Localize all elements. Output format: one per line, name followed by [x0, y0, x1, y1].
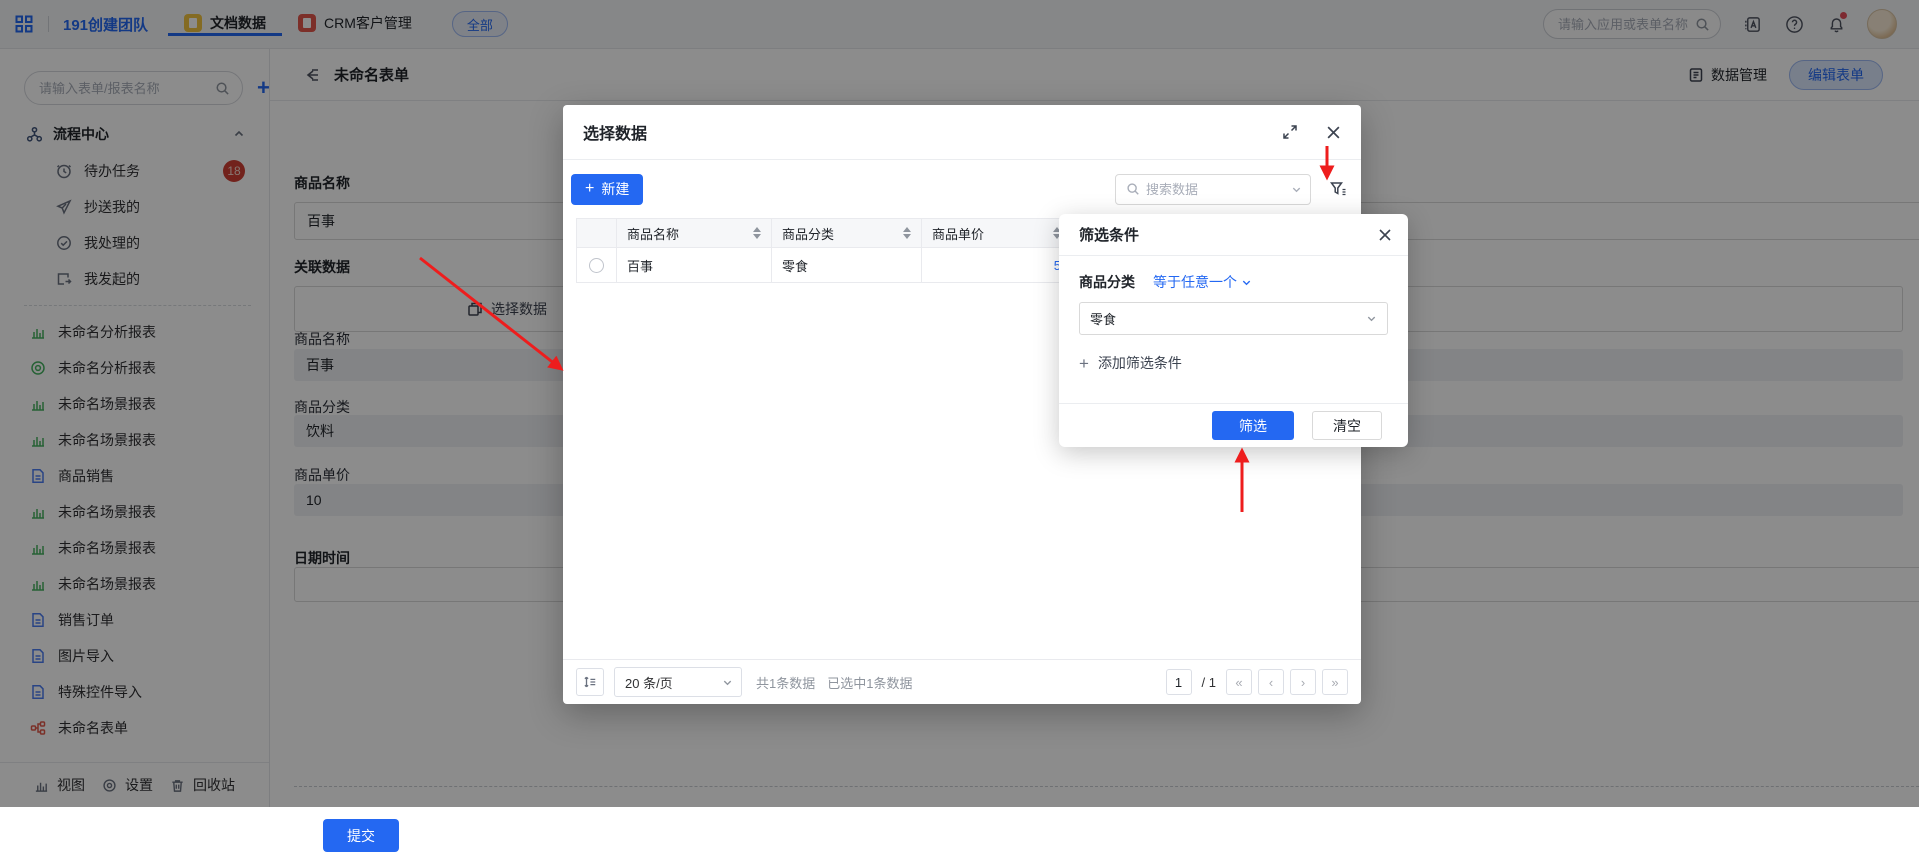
- popover-title: 筛选条件: [1079, 224, 1139, 245]
- new-record-button[interactable]: + 新建: [571, 174, 643, 205]
- filter-value-select[interactable]: 零食: [1079, 302, 1388, 335]
- modal-header: 选择数据: [563, 105, 1361, 160]
- submit-button[interactable]: 提交: [323, 819, 399, 852]
- filter-funnel-icon[interactable]: [1329, 180, 1347, 198]
- expand-fullscreen-icon[interactable]: [1282, 124, 1298, 140]
- add-filter-condition-label: 添加筛选条件: [1098, 353, 1182, 373]
- table-header-select: [577, 219, 617, 247]
- add-filter-condition-button[interactable]: + 添加筛选条件: [1079, 353, 1388, 373]
- page-size-value: 20 条/页: [625, 673, 673, 692]
- pagination: 1 / 1 « ‹ › »: [1166, 669, 1348, 695]
- close-icon[interactable]: [1326, 125, 1341, 140]
- search-icon: [1126, 182, 1140, 196]
- row-height-icon: [583, 675, 597, 689]
- page-size-select[interactable]: 20 条/页: [614, 667, 742, 697]
- modal-footer: 20 条/页 共1条数据 已选中1条数据 1 / 1 « ‹ › »: [563, 659, 1361, 704]
- filter-popover: 筛选条件 商品分类 等于任意一个 零食 + 添加筛选条件 筛选 清空: [1059, 214, 1408, 447]
- sort-icon[interactable]: [903, 227, 911, 239]
- last-page-button[interactable]: »: [1322, 669, 1348, 695]
- next-page-button[interactable]: ›: [1290, 669, 1316, 695]
- cell-product-price: 5: [922, 248, 1072, 282]
- page-total-text: / 1: [1202, 675, 1216, 690]
- plus-icon: +: [1079, 355, 1089, 372]
- modal-search-input[interactable]: [1146, 182, 1285, 197]
- row-radio[interactable]: [589, 258, 604, 273]
- clear-filter-button[interactable]: 清空: [1312, 411, 1382, 440]
- modal-search-combo[interactable]: [1115, 174, 1311, 205]
- new-record-label: 新建: [601, 179, 629, 199]
- first-page-button[interactable]: «: [1226, 669, 1252, 695]
- current-page-input[interactable]: 1: [1166, 669, 1192, 695]
- table-header-product-price[interactable]: 商品单价: [922, 219, 1072, 247]
- chevron-down-icon: [1366, 313, 1377, 324]
- popover-footer: 筛选 清空: [1059, 403, 1408, 447]
- modal-title: 选择数据: [583, 120, 647, 144]
- close-icon[interactable]: [1378, 228, 1392, 242]
- filter-operator-link[interactable]: 等于任意一个: [1153, 272, 1252, 292]
- row-height-settings-button[interactable]: [576, 668, 604, 696]
- prev-page-button[interactable]: ‹: [1258, 669, 1284, 695]
- table-header-product-category[interactable]: 商品分类: [772, 219, 922, 247]
- apply-filter-button[interactable]: 筛选: [1212, 411, 1294, 440]
- filter-field-name: 商品分类: [1079, 272, 1135, 292]
- chevron-down-icon: [1291, 184, 1302, 195]
- selected-count-text: 已选中1条数据: [827, 673, 912, 692]
- filter-operator-label: 等于任意一个: [1153, 272, 1237, 292]
- popover-header: 筛选条件: [1059, 214, 1408, 256]
- modal-toolbar: + 新建: [563, 160, 1361, 218]
- cell-product-name: 百事: [617, 248, 772, 282]
- cell-product-category: 零食: [772, 248, 922, 282]
- table-header-product-name[interactable]: 商品名称: [617, 219, 772, 247]
- chevron-down-icon: [1241, 277, 1252, 288]
- total-count-text: 共1条数据: [756, 673, 815, 692]
- chevron-down-icon: [722, 677, 733, 688]
- sort-icon[interactable]: [753, 227, 761, 239]
- plus-icon: +: [585, 181, 594, 197]
- filter-value: 零食: [1090, 309, 1116, 328]
